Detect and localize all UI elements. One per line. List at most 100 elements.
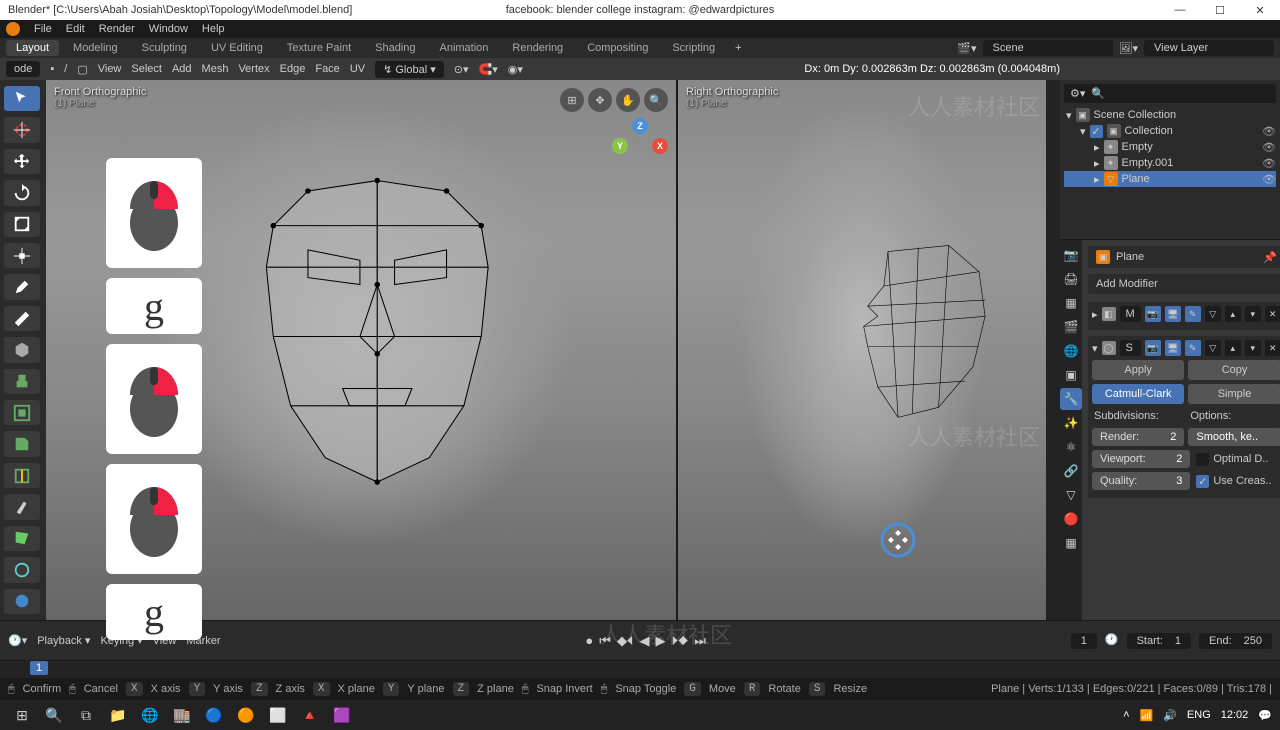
taskview-icon[interactable]: ⧉ [72, 701, 100, 729]
properties-breadcrumb[interactable]: ▣ Plane 📌 [1088, 246, 1280, 268]
axis-z[interactable]: Z [632, 118, 648, 134]
viewport-subdiv-field[interactable]: Viewport: 2 [1092, 450, 1190, 468]
tray-lang[interactable]: ENG [1187, 709, 1211, 721]
menu-window[interactable]: Window [149, 23, 188, 35]
propedit-icon[interactable]: ◉▾ [508, 63, 523, 76]
store-icon[interactable]: 🏬 [168, 701, 196, 729]
tool-transform[interactable] [4, 243, 40, 268]
disclosure-icon[interactable]: ▸ [1094, 157, 1100, 170]
tool-spin[interactable] [4, 557, 40, 582]
axis-y[interactable]: Y [612, 138, 628, 154]
axis-x[interactable]: X [652, 138, 668, 154]
mod-show-cage-icon[interactable]: ▽ [1205, 340, 1221, 356]
modifier-expand-icon[interactable]: ▸ [1092, 308, 1098, 321]
outliner-plane-row[interactable]: ▸ ▽ Plane 👁 [1064, 171, 1276, 187]
keyframe-next-icon[interactable]: ⏵◆ [671, 633, 688, 649]
apply-button[interactable]: Apply [1092, 360, 1184, 380]
tab-layout[interactable]: Layout [6, 40, 59, 56]
collection-checkbox[interactable]: ✓ [1090, 125, 1103, 138]
hdr-mesh[interactable]: Mesh [202, 63, 229, 75]
props-tab-texture[interactable]: ▦ [1060, 532, 1082, 554]
visibility-icon[interactable]: 👁 [1262, 157, 1276, 170]
vp-gizmo-icon[interactable]: ✥ [588, 88, 612, 112]
end-frame-field[interactable]: End:250 [1199, 633, 1272, 649]
tab-animation[interactable]: Animation [430, 40, 499, 56]
visibility-icon[interactable]: 👁 [1262, 125, 1276, 138]
tab-rendering[interactable]: Rendering [502, 40, 573, 56]
mode-dropdown[interactable]: ode [6, 61, 40, 77]
render-subdiv-field[interactable]: Render: 2 [1092, 428, 1184, 446]
tool-scale[interactable] [4, 212, 40, 237]
menu-render[interactable]: Render [99, 23, 135, 35]
disclosure-icon[interactable]: ▾ [1066, 109, 1072, 122]
mod-show-edit-icon[interactable]: ✎ [1185, 340, 1201, 356]
tool-bevel[interactable] [4, 431, 40, 456]
tab-scripting[interactable]: Scripting [662, 40, 725, 56]
mod-move-up-icon[interactable]: ▴ [1225, 340, 1241, 356]
play-reverse-icon[interactable]: ◀ [639, 633, 649, 649]
props-tab-render[interactable]: 📷 [1060, 244, 1082, 266]
axis-gizmo[interactable]: Z Y X [612, 118, 668, 174]
props-tab-object[interactable]: ▣ [1060, 364, 1082, 386]
tray-up-icon[interactable]: ˄ [1123, 709, 1129, 721]
mod-show-viewport-icon[interactable]: 🖥 [1165, 306, 1181, 322]
uv-smooth-field[interactable]: Smooth, ke.. [1188, 428, 1280, 446]
mod-delete-icon[interactable]: ✕ [1265, 340, 1280, 356]
orientation-dropdown[interactable]: ↯ Global ▾ [375, 61, 444, 78]
tab-sculpting[interactable]: Sculpting [132, 40, 197, 56]
optimal-display-checkbox[interactable] [1196, 453, 1209, 466]
tool-inset[interactable] [4, 400, 40, 425]
hdr-add[interactable]: Add [172, 63, 192, 75]
start-button[interactable]: ⊞ [8, 701, 36, 729]
outliner-empty-row[interactable]: ▸ ✦ Empty 👁 [1064, 139, 1276, 155]
tool-polybuild[interactable] [4, 526, 40, 551]
outliner-collection-row[interactable]: ▾ ✓ ▣ Collection 👁 [1064, 123, 1276, 139]
outliner-search[interactable]: ⚙▾ 🔍 [1064, 84, 1276, 103]
props-tab-constraints[interactable]: 🔗 [1060, 460, 1082, 482]
tab-texturepaint[interactable]: Texture Paint [277, 40, 361, 56]
tab-uvediting[interactable]: UV Editing [201, 40, 273, 56]
hdr-view[interactable]: View [98, 63, 122, 75]
playback-menu[interactable]: Playback ▾ [37, 634, 90, 647]
tray-time[interactable]: 12:02 [1221, 709, 1249, 721]
menu-help[interactable]: Help [202, 23, 225, 35]
tab-compositing[interactable]: Compositing [577, 40, 658, 56]
quality-field[interactable]: Quality: 3 [1092, 472, 1190, 490]
filter-icon[interactable]: ⚙▾ [1070, 87, 1085, 100]
scene-icon[interactable]: 🎬▾ [957, 42, 976, 55]
current-frame-field[interactable]: 1 [1071, 633, 1097, 649]
tool-cursor[interactable] [4, 117, 40, 142]
copy-button[interactable]: Copy [1188, 360, 1280, 380]
vp-pan-icon[interactable]: ✋ [616, 88, 640, 112]
vp-zoom-icon[interactable]: 🔍 [644, 88, 668, 112]
selectmode-edge-icon[interactable]: / [64, 63, 67, 75]
tool-smooth[interactable] [4, 589, 40, 614]
mod-show-cage-icon[interactable]: ▽ [1205, 306, 1221, 322]
explorer-icon[interactable]: 📁 [104, 701, 132, 729]
viewlayer-icon[interactable]: 🖼▾ [1119, 42, 1139, 55]
chrome-icon[interactable]: 🔵 [200, 701, 228, 729]
tool-annotate[interactable] [4, 274, 40, 299]
tool-loopcut[interactable] [4, 463, 40, 488]
jump-start-icon[interactable]: ⏮ [599, 633, 611, 649]
edge-icon[interactable]: 🌐 [136, 701, 164, 729]
hdr-uv[interactable]: UV [350, 63, 365, 75]
menu-file[interactable]: File [34, 23, 52, 35]
tool-select-box[interactable] [4, 86, 40, 111]
add-modifier-dropdown[interactable]: Add Modifier [1088, 274, 1280, 294]
tool-move[interactable] [4, 149, 40, 174]
app-icon[interactable]: ⬜ [264, 701, 292, 729]
timeline-editor-icon[interactable]: 🕐▾ [8, 634, 27, 647]
vlc-icon[interactable]: 🔺 [296, 701, 324, 729]
keyframe-prev-icon[interactable]: ◆⏴ [617, 633, 634, 649]
mod-show-edit-icon[interactable]: ✎ [1185, 306, 1201, 322]
play-icon[interactable]: ▶ [655, 633, 665, 649]
hdr-select[interactable]: Select [131, 63, 162, 75]
tab-shading[interactable]: Shading [365, 40, 425, 56]
outliner-empty001-row[interactable]: ▸ ✦ Empty.001 👁 [1064, 155, 1276, 171]
props-tab-output[interactable]: 🖨 [1060, 268, 1082, 290]
hdr-vertex[interactable]: Vertex [238, 63, 269, 75]
props-tab-data[interactable]: ▽ [1060, 484, 1082, 506]
mod-move-down-icon[interactable]: ▾ [1245, 340, 1261, 356]
visibility-icon[interactable]: 👁 [1262, 141, 1276, 154]
